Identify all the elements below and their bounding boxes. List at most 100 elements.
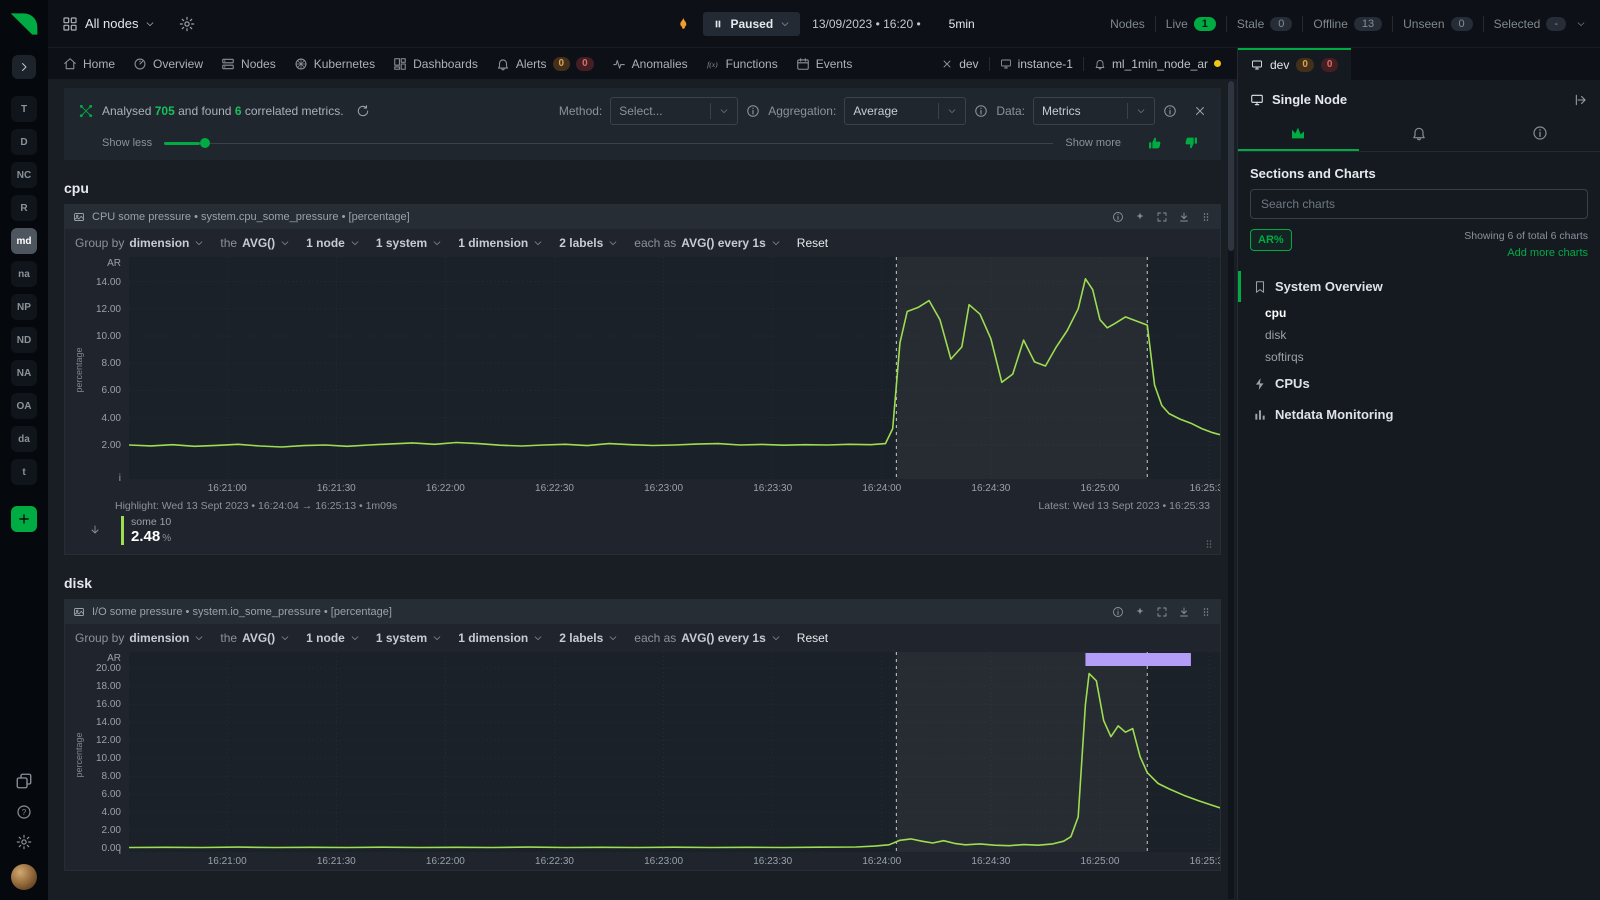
nav-item-alerts[interactable]: Alerts00 [487, 48, 603, 80]
legend-item-cpu[interactable]: some 102.48% [121, 516, 171, 545]
control-avg-every-1s[interactable]: each asAVG() every 1s [634, 236, 781, 250]
spaces-icon[interactable] [15, 772, 33, 790]
node-rail-item-NP[interactable]: NP [11, 294, 37, 320]
slider-knob[interactable] [200, 138, 210, 148]
main-scrollbar[interactable] [1228, 81, 1234, 899]
node-rail-item-NC[interactable]: NC [11, 162, 37, 188]
chart-download-icon[interactable] [1178, 606, 1190, 618]
node-rail-item-md[interactable]: md [11, 228, 37, 254]
chart-drag-icon[interactable] [1200, 211, 1212, 223]
section-cpus[interactable]: CPUs [1238, 368, 1600, 399]
node-tab-ml_1min_node_ar[interactable]: ml_1min_node_ar [1084, 48, 1231, 80]
nav-item-overview[interactable]: Overview [124, 48, 212, 80]
close-icon[interactable] [1193, 104, 1207, 118]
node-rail-item-na[interactable]: na [11, 261, 37, 287]
aggregation-select[interactable]: Average [844, 97, 966, 125]
data-select[interactable]: Metrics [1033, 97, 1155, 125]
chart-anomalies-icon[interactable] [1134, 606, 1146, 618]
nav-item-home[interactable]: Home [54, 48, 124, 80]
control-1-system[interactable]: 1 system [376, 236, 442, 250]
tab-charts[interactable] [1238, 117, 1359, 151]
control-1-node[interactable]: 1 node [306, 631, 360, 645]
topbar-settings-icon[interactable] [179, 16, 195, 32]
add-node-button[interactable] [11, 506, 37, 532]
node-rail-item-t[interactable]: t [11, 459, 37, 485]
reset-button[interactable]: Reset [797, 236, 828, 250]
node-rail-item-ND[interactable]: ND [11, 327, 37, 353]
chart-link-cpu[interactable]: cpu [1238, 302, 1600, 324]
anomaly-flame-icon[interactable] [675, 16, 691, 32]
chart-fullscreen-icon[interactable] [1156, 606, 1168, 618]
node-rail-item-D[interactable]: D [11, 129, 37, 155]
control-1-dimension[interactable]: 1 dimension [458, 236, 543, 250]
node-tab-instance-1[interactable]: instance-1 [990, 48, 1083, 80]
add-more-charts-link[interactable]: Add more charts [1464, 245, 1588, 262]
nav-item-nodes[interactable]: Nodes [212, 48, 285, 80]
chart-anomalies-icon[interactable] [1134, 211, 1146, 223]
settings-icon[interactable] [16, 834, 32, 850]
node-rail-item-da[interactable]: da [11, 426, 37, 452]
refresh-icon[interactable] [356, 104, 370, 118]
pause-button[interactable]: Paused [703, 12, 800, 36]
chart-drag-icon[interactable] [1200, 606, 1212, 618]
thumbs-down-icon[interactable] [1183, 135, 1199, 151]
node-tab-dev[interactable]: dev [931, 48, 988, 80]
control-avg-[interactable]: theAVG() [220, 631, 290, 645]
chart-link-disk[interactable]: disk [1238, 324, 1600, 346]
chart-link-softirqs[interactable]: softirqs [1238, 346, 1600, 368]
chart-plot-disk[interactable] [129, 652, 1220, 852]
control-1-dimension[interactable]: 1 dimension [458, 631, 543, 645]
nav-item-kubernetes[interactable]: Kubernetes [285, 48, 384, 80]
nav-item-functions[interactable]: f(x)Functions [697, 48, 787, 80]
node-rail-item-NA[interactable]: NA [11, 360, 37, 386]
help-icon[interactable]: ? [16, 804, 32, 820]
control-avg-every-1s[interactable]: each asAVG() every 1s [634, 631, 781, 645]
node-rail-item-T[interactable]: T [11, 96, 37, 122]
time-window-label[interactable]: 5min [949, 17, 975, 31]
info-icon[interactable] [974, 104, 988, 118]
ar-filter-chip[interactable]: AR% [1250, 229, 1292, 251]
arrow-down-icon[interactable] [89, 524, 101, 536]
tab-alerts[interactable] [1359, 117, 1480, 151]
counter-stale[interactable]: Stale0 [1237, 17, 1292, 31]
counter-live[interactable]: Live1 [1166, 17, 1216, 31]
resize-handle-icon[interactable] [1203, 538, 1215, 550]
user-avatar[interactable] [11, 864, 37, 890]
chart-fullscreen-icon[interactable] [1156, 211, 1168, 223]
nav-item-events[interactable]: Events [787, 48, 862, 80]
counter-unseen[interactable]: Unseen0 [1403, 17, 1473, 31]
collapse-panel-icon[interactable] [1574, 93, 1588, 107]
control-avg-[interactable]: theAVG() [220, 236, 290, 250]
node-rail-item-OA[interactable]: OA [11, 393, 37, 419]
scrollbar-thumb[interactable] [1228, 81, 1234, 251]
counter-offline[interactable]: Offline13 [1313, 17, 1382, 31]
node-scope-picker[interactable]: All nodes [62, 16, 155, 32]
chart-download-icon[interactable] [1178, 211, 1190, 223]
info-icon[interactable] [1163, 104, 1177, 118]
control-1-node[interactable]: 1 node [306, 236, 360, 250]
nav-item-dashboards[interactable]: Dashboards [384, 48, 487, 80]
chart-plot-cpu[interactable] [129, 257, 1220, 479]
method-select[interactable]: Select... [610, 97, 738, 125]
control-2-labels[interactable]: 2 labels [559, 631, 618, 645]
node-rail-item-R[interactable]: R [11, 195, 37, 221]
section-netdata-monitoring[interactable]: Netdata Monitoring [1238, 399, 1600, 430]
tab-info[interactable] [1479, 117, 1600, 151]
reset-button[interactable]: Reset [797, 631, 828, 645]
tab-dev[interactable]: dev 0 0 [1238, 48, 1351, 80]
control-dimension[interactable]: Group bydimension [75, 236, 204, 250]
nav-item-anomalies[interactable]: Anomalies [603, 48, 697, 80]
thumbs-up-icon[interactable] [1147, 135, 1163, 151]
search-charts-input[interactable] [1250, 189, 1588, 219]
chevron-down-icon[interactable] [1576, 19, 1586, 29]
control-1-system[interactable]: 1 system [376, 631, 442, 645]
counter-selected[interactable]: Selected- [1494, 17, 1566, 31]
section-system-overview[interactable]: System Overview [1238, 271, 1600, 302]
control-2-labels[interactable]: 2 labels [559, 236, 618, 250]
control-dimension[interactable]: Group bydimension [75, 631, 204, 645]
chart-info-icon[interactable] [1112, 606, 1124, 618]
rail-expand-button[interactable] [12, 55, 36, 79]
datetime-picker[interactable]: 13/09/2023 • 16:20 • [812, 17, 921, 31]
info-icon[interactable] [746, 104, 760, 118]
chart-info-icon[interactable] [1112, 211, 1124, 223]
